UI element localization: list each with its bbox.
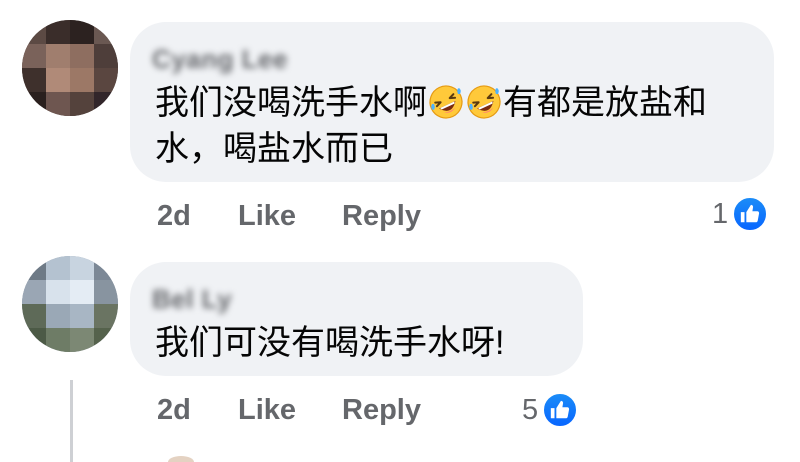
commenter-avatar[interactable] (22, 20, 118, 116)
like-thumb-icon (732, 196, 769, 232)
comment-author-name[interactable]: Cyang Lee (152, 44, 288, 75)
comment-timestamp[interactable]: 2d (157, 200, 191, 233)
comment-text-part: 我们没喝洗手水啊 (155, 84, 427, 122)
rolling-on-floor-laughing-emoji-icon (428, 84, 464, 120)
comment-text-part: 有都是放盐和 (503, 84, 707, 122)
next-reply-avatar (168, 456, 194, 462)
comment-text-line: 水，喝盐水而已 (155, 130, 393, 168)
reaction-summary[interactable]: 5 (522, 392, 579, 428)
avatar-image (22, 256, 118, 352)
comment-text: 我们可没有喝洗手水呀! (155, 324, 505, 362)
like-button[interactable]: Like (238, 394, 296, 427)
rolling-on-floor-laughing-emoji-icon (466, 84, 502, 120)
comments-panel: Cyang Lee 我们没喝洗手水啊 有都是放盐和 水，喝盐水而已 2d Lik… (0, 0, 800, 462)
reaction-summary[interactable]: 1 (712, 196, 769, 232)
like-button[interactable]: Like (238, 200, 296, 233)
reply-thread-line (70, 380, 73, 462)
comment-author-name[interactable]: Bel Ly (152, 284, 232, 315)
reaction-count: 5 (522, 393, 539, 426)
avatar-image (22, 20, 118, 116)
reply-button[interactable]: Reply (342, 394, 421, 427)
commenter-avatar[interactable] (22, 256, 118, 352)
reaction-count: 1 (712, 197, 729, 230)
comment-timestamp[interactable]: 2d (157, 394, 191, 427)
reply-button[interactable]: Reply (342, 200, 421, 233)
like-thumb-icon (542, 392, 579, 428)
